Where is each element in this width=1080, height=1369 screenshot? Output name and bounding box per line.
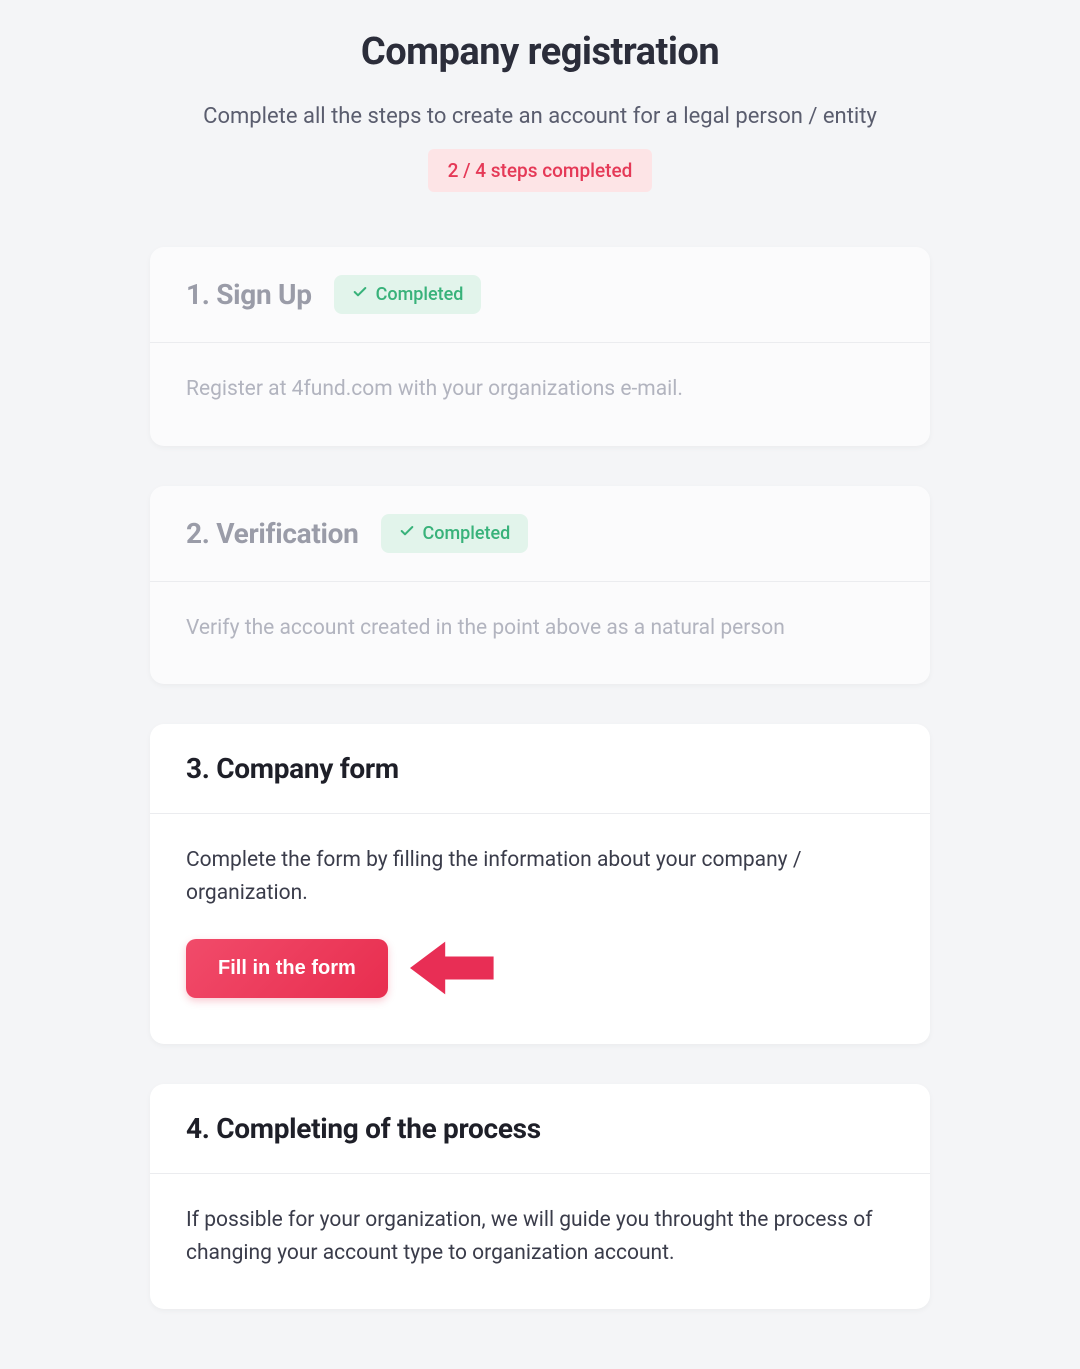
- step-body: Verify the account created in the point …: [150, 582, 930, 685]
- step-description: If possible for your organization, we wi…: [186, 1204, 894, 1269]
- step-card-signup: 1. Sign Up Completed Register at 4fund.c…: [150, 247, 930, 446]
- step-header: 4. Completing of the process: [150, 1084, 930, 1174]
- step-header: 2. Verification Completed: [150, 486, 930, 582]
- check-icon: [352, 284, 368, 305]
- page-title: Company registration: [0, 30, 1080, 74]
- step-title: 4. Completing of the process: [186, 1112, 541, 1145]
- step-card-verification: 2. Verification Completed Verify the acc…: [150, 486, 930, 685]
- step-card-completing: 4. Completing of the process If possible…: [150, 1084, 930, 1309]
- completed-badge: Completed: [381, 514, 529, 553]
- step-header: 3. Company form: [150, 724, 930, 814]
- completed-badge: Completed: [334, 275, 482, 314]
- step-title: 2. Verification: [186, 517, 359, 550]
- step-body: Complete the form by filling the informa…: [150, 814, 930, 1044]
- step-description: Verify the account created in the point …: [186, 612, 894, 645]
- arrow-left-icon: [410, 936, 498, 1004]
- action-row: Fill in the form: [186, 909, 894, 1004]
- step-body: If possible for your organization, we wi…: [150, 1174, 930, 1309]
- step-header: 1. Sign Up Completed: [150, 247, 930, 343]
- step-title: 3. Company form: [186, 752, 399, 785]
- page-subtitle: Complete all the steps to create an acco…: [0, 104, 1080, 129]
- step-description: Complete the form by filling the informa…: [186, 844, 894, 909]
- step-body: Register at 4fund.com with your organiza…: [150, 343, 930, 446]
- completed-label: Completed: [376, 284, 464, 305]
- step-description: Register at 4fund.com with your organiza…: [186, 373, 894, 406]
- check-icon: [399, 523, 415, 544]
- page-header: Company registration Complete all the st…: [0, 20, 1080, 222]
- fill-form-button[interactable]: Fill in the form: [186, 939, 388, 998]
- steps-list: 1. Sign Up Completed Register at 4fund.c…: [150, 247, 930, 1309]
- step-title: 1. Sign Up: [186, 278, 312, 311]
- progress-badge: 2 / 4 steps completed: [428, 149, 653, 192]
- page-container: Company registration Complete all the st…: [0, 0, 1080, 1369]
- completed-label: Completed: [423, 523, 511, 544]
- step-card-company-form: 3. Company form Complete the form by fil…: [150, 724, 930, 1044]
